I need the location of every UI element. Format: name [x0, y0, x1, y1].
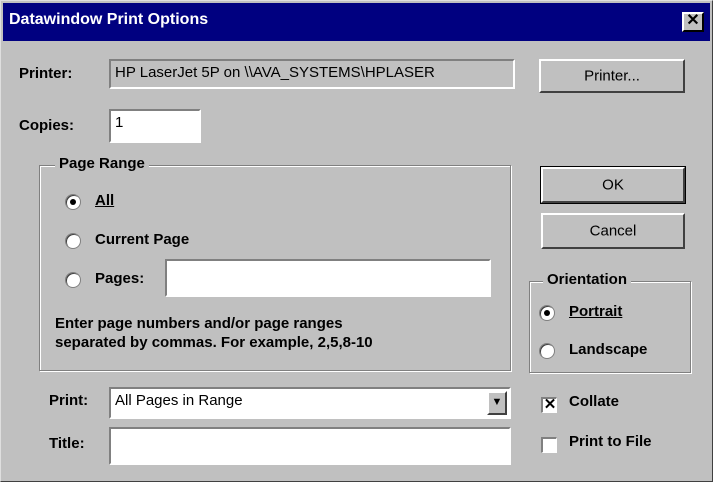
printer-field: HP LaserJet 5P on \\AVA_SYSTEMS\HPLASER	[109, 59, 515, 89]
copies-label: Copies:	[19, 117, 75, 134]
copies-input[interactable]: 1	[109, 109, 201, 143]
copies-value: 1	[115, 114, 124, 131]
print-label: Print:	[49, 392, 89, 409]
check-mark-icon: ✕	[543, 396, 557, 413]
radio-portrait[interactable]	[539, 305, 555, 321]
title-input[interactable]	[109, 427, 511, 465]
print-to-file-checkbox[interactable]	[541, 437, 557, 453]
chevron-down-icon: ▼	[491, 396, 503, 408]
pages-input[interactable]	[165, 259, 491, 297]
radio-all-label[interactable]: All	[95, 192, 114, 209]
collate-label[interactable]: Collate	[569, 393, 619, 410]
title-label: Title:	[49, 435, 85, 452]
cancel-button-label: Cancel	[589, 222, 637, 240]
radio-pages[interactable]	[65, 272, 81, 288]
ok-button[interactable]: OK	[540, 166, 686, 204]
close-icon: ✕	[686, 12, 700, 29]
collate-checkbox[interactable]: ✕	[541, 396, 557, 413]
page-range-hint-line1: Enter page numbers and/or page ranges	[55, 315, 343, 332]
orientation-title: Orientation	[543, 271, 632, 288]
print-to-file-label[interactable]: Print to File	[569, 433, 652, 450]
printer-value: HP LaserJet 5P on \\AVA_SYSTEMS\HPLASER	[115, 64, 435, 81]
page-range-hint-line2: separated by commas. For example, 2,5,8-…	[55, 334, 373, 351]
print-select-dropdown-button[interactable]: ▼	[487, 391, 507, 415]
radio-current-page[interactable]	[65, 233, 81, 249]
printer-button-label: Printer...	[584, 67, 640, 85]
print-select[interactable]: All Pages in Range ▼	[109, 387, 511, 419]
radio-portrait-label[interactable]: Portrait	[569, 303, 622, 320]
orientation-group	[529, 281, 691, 373]
radio-landscape[interactable]	[539, 343, 555, 359]
printer-button[interactable]: Printer...	[539, 59, 685, 93]
print-options-dialog: Datawindow Print Options ✕ Printer: HP L…	[0, 0, 713, 482]
cancel-button[interactable]: Cancel	[541, 213, 685, 249]
title-bar: Datawindow Print Options ✕	[3, 3, 710, 41]
radio-pages-label[interactable]: Pages:	[95, 270, 144, 287]
radio-landscape-label[interactable]: Landscape	[569, 341, 647, 358]
close-button[interactable]: ✕	[682, 12, 704, 32]
ok-button-label: OK	[602, 176, 624, 194]
radio-all[interactable]	[65, 194, 81, 210]
page-range-title: Page Range	[55, 155, 149, 172]
window-title: Datawindow Print Options	[9, 11, 209, 28]
print-select-value: All Pages in Range	[115, 392, 243, 409]
printer-label: Printer:	[19, 65, 73, 82]
radio-current-page-label[interactable]: Current Page	[95, 231, 189, 248]
